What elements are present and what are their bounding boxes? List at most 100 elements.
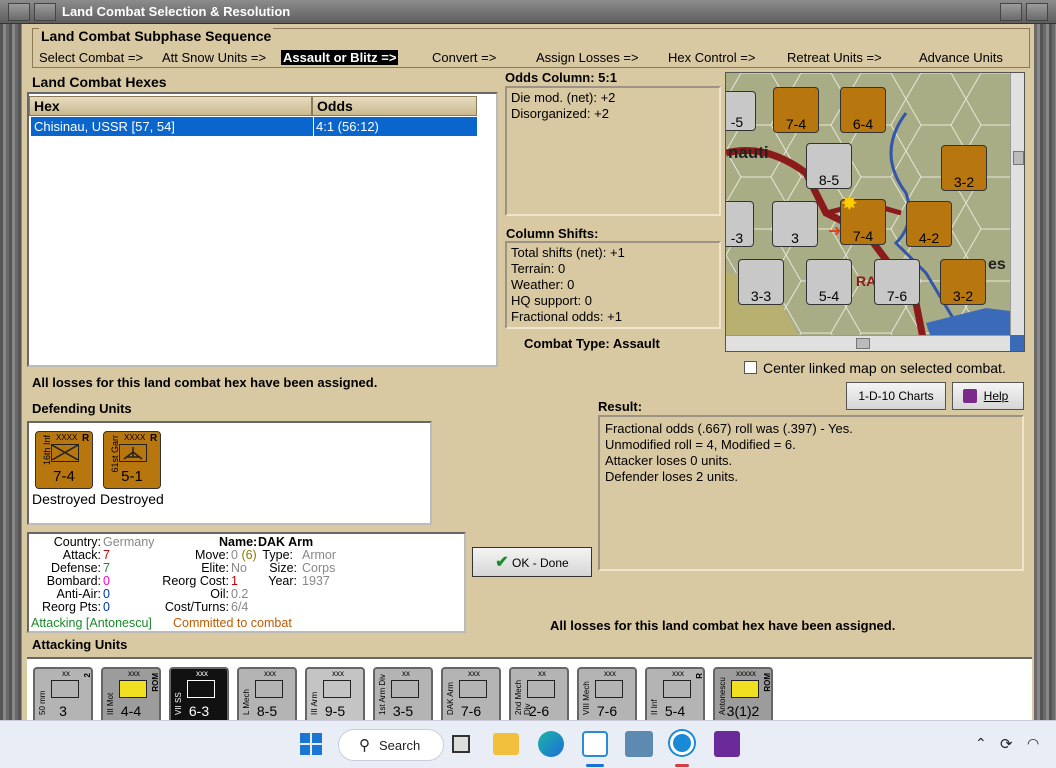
step-assign-losses[interactable]: Assign Losses =>	[536, 50, 639, 65]
active-app-indicator	[586, 764, 604, 767]
attacking-unit-counter[interactable]: III Mot xxx ROM 4-4	[101, 667, 161, 720]
info-label: Name:	[219, 535, 258, 549]
unit-strength: 3	[59, 703, 67, 719]
unit-type-icon	[51, 680, 79, 698]
map-unit-counter[interactable]: 3	[772, 201, 818, 247]
photos-icon[interactable]	[625, 731, 653, 757]
unit-size: xxx	[128, 669, 140, 678]
scroll-thumb[interactable]	[856, 338, 870, 349]
unit-size: XXXX	[56, 433, 78, 442]
ok-done-button[interactable]: ✔ OK - Done	[472, 547, 592, 577]
minimize-icon[interactable]	[34, 3, 56, 21]
map-horizontal-scrollbar[interactable]	[726, 335, 1010, 351]
step-select-combat[interactable]: Select Combat =>	[39, 50, 143, 65]
help-button-label: Help	[983, 389, 1009, 403]
attacking-unit-counter[interactable]: DAK Arm xxx 7-6	[441, 667, 501, 720]
attacking-unit-counter[interactable]: VII SS xxx 6-3	[169, 667, 229, 720]
hex-list[interactable]: Hex Odds Chisinau, USSR [57, 54] 4:1 (56…	[27, 92, 498, 367]
scroll-thumb[interactable]	[1013, 151, 1024, 165]
combat-type: Combat Type: Assault	[524, 336, 660, 351]
counter-strength: 5-4	[818, 288, 840, 304]
unit-type-icon	[527, 680, 555, 698]
attacking-unit-counter[interactable]: II Inf xxx R 5-4	[645, 667, 705, 720]
snipping-tool-icon[interactable]	[582, 731, 608, 757]
map-vertical-scrollbar[interactable]	[1010, 73, 1024, 335]
attacking-unit-counter[interactable]: 1st Arm Div xx 3-5	[373, 667, 433, 720]
map-unit-counter[interactable]: 3-2	[940, 259, 986, 305]
info-country: Germany	[103, 535, 155, 549]
shift-line: HQ support: 0	[511, 293, 592, 308]
unit-type-icon	[663, 680, 691, 698]
losses-message: All losses for this land combat hex have…	[32, 375, 378, 390]
sync-icon[interactable]: ⟳	[1000, 735, 1013, 753]
map-unit-counter[interactable]: 7-6	[874, 259, 920, 305]
app-icon[interactable]	[670, 731, 694, 755]
unit-size: XXXX	[124, 433, 146, 442]
maximize-icon[interactable]	[1000, 3, 1022, 21]
game-app-icon[interactable]	[714, 731, 740, 757]
map-unit-counter[interactable]: 7-4	[773, 87, 819, 133]
map-unit-counter[interactable]: 8-5	[806, 143, 852, 189]
attacking-unit-counter[interactable]: III Arm xxx 9-5	[305, 667, 365, 720]
attacking-unit-counter[interactable]: VIII Mech xxx 7-6	[577, 667, 637, 720]
map-unit-counter[interactable]: 3-2	[941, 145, 987, 191]
unit-badge: ROM	[763, 673, 772, 692]
wifi-icon[interactable]: ◠	[1027, 735, 1039, 752]
hex-cell: Chisinau, USSR [57, 54]	[34, 119, 175, 134]
linked-map[interactable]: nauti RA es -5 7-4 6-4 8-5 3-2 -3 3 7-4 …	[725, 72, 1025, 352]
attacking-unit-counter[interactable]: 50 mm xx 2 3	[33, 667, 93, 720]
file-explorer-icon[interactable]	[493, 733, 519, 755]
defending-unit-counter[interactable]: 61st Garr XXXX R 5-1	[103, 431, 161, 489]
move-max: (6)	[241, 548, 257, 562]
defending-units-panel: 16th Inf XXXX R 7-4 Destroyed 61st Garr …	[27, 421, 432, 525]
disorganized-line: Disorganized: +2	[511, 106, 609, 121]
map-unit-counter[interactable]: -3	[726, 201, 754, 247]
task-view-icon[interactable]	[452, 735, 470, 753]
unit-size: xxx	[672, 669, 684, 678]
step-retreat-units[interactable]: Retreat Units =>	[787, 50, 882, 65]
search-box[interactable]: ⚲ Search	[338, 729, 444, 761]
step-assault-or-blitz[interactable]: Assault or Blitz =>	[281, 50, 399, 65]
edge-browser-icon[interactable]	[538, 731, 564, 757]
odds-column-header[interactable]: Odds	[312, 96, 477, 116]
step-convert[interactable]: Convert =>	[432, 50, 496, 65]
charts-button[interactable]: 1-D-10 Charts	[846, 382, 946, 410]
system-menu-icon[interactable]	[8, 3, 30, 21]
attacking-unit-counter[interactable]: Antonescu xxxxx ROM 3(1)2	[713, 667, 773, 720]
map-unit-counter[interactable]: 3-3	[738, 259, 784, 305]
info-attacking: Attacking [Antonescu]	[31, 616, 152, 630]
attacking-unit-counter[interactable]: 2nd Mech Div xx 2-6	[509, 667, 569, 720]
attacking-unit-counter[interactable]: L Mech xxx 8-5	[237, 667, 297, 720]
odds-column-heading: Odds Column: 5:1	[505, 70, 617, 85]
unit-type-icon	[731, 680, 759, 698]
infantry-icon	[51, 444, 79, 462]
unit-size: xx	[402, 669, 410, 678]
defending-unit-counter[interactable]: 16th Inf XXXX R 7-4	[35, 431, 93, 489]
map-unit-counter[interactable]: 6-4	[840, 87, 886, 133]
step-advance-units[interactable]: Advance Units	[919, 50, 1003, 65]
counter-strength: 6-4	[852, 116, 874, 132]
map-unit-counter[interactable]: -5	[726, 91, 756, 131]
result-line: Attacker loses 0 units.	[605, 453, 733, 468]
chevron-up-icon[interactable]: ⌃	[975, 735, 987, 752]
counter-strength: 3	[791, 230, 799, 246]
center-map-label: Center linked map on selected combat.	[763, 360, 1006, 376]
counter-strength: -5	[730, 114, 744, 130]
table-row[interactable]: Chisinau, USSR [57, 54] 4:1 (56:12)	[31, 117, 477, 136]
close-icon[interactable]	[1026, 3, 1048, 21]
help-button[interactable]: Help	[952, 382, 1024, 410]
step-hex-control[interactable]: Hex Control =>	[668, 50, 755, 65]
hex-column-header[interactable]: Hex	[29, 96, 312, 116]
map-unit-counter[interactable]: 5-4	[806, 259, 852, 305]
step-att-snow-units[interactable]: Att Snow Units =>	[162, 50, 266, 65]
unit-info-panel: Country: Germany Attack: 7 Defense: 7 Bo…	[27, 532, 466, 633]
counter-strength: 4-2	[918, 230, 940, 246]
unit-strength: 7-6	[596, 703, 618, 719]
map-unit-counter[interactable]: 4-2	[906, 201, 952, 247]
counter-strength: 3-2	[953, 174, 975, 190]
center-map-checkbox[interactable]	[744, 361, 757, 374]
start-icon[interactable]	[300, 733, 322, 755]
unit-strength: 2-6	[528, 703, 550, 719]
unit-type-icon	[459, 680, 487, 698]
unit-size: xxxxx	[736, 669, 756, 678]
